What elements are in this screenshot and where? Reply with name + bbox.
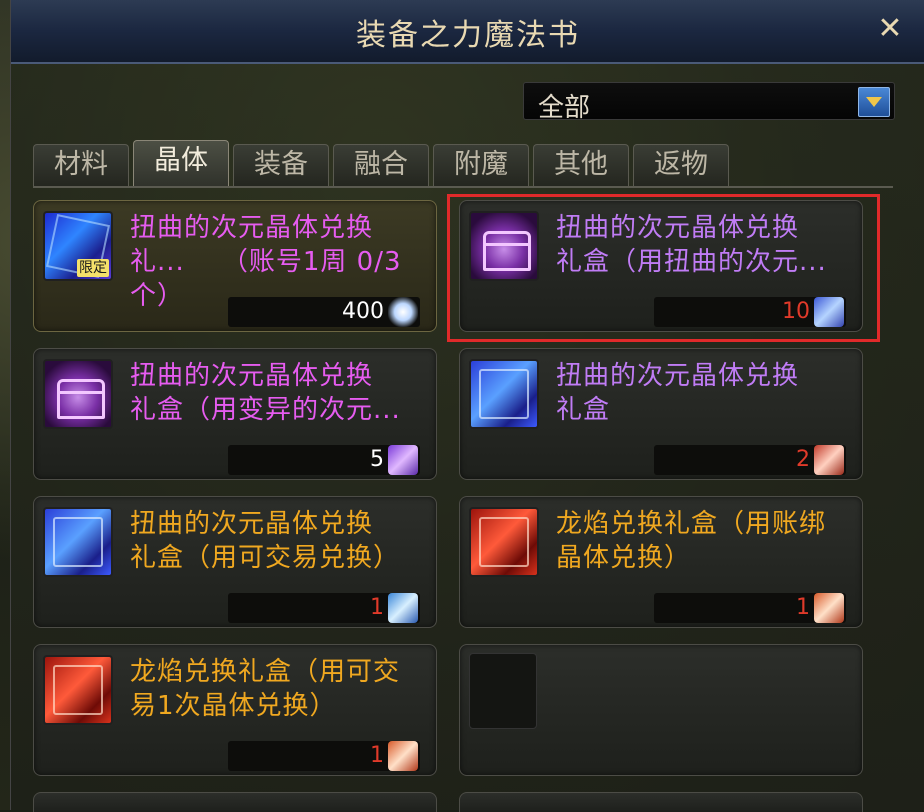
item-card[interactable]: 龙焰兑换礼盒（用账绑 晶体兑换） 1 (459, 496, 863, 628)
price-bar: 1 (228, 741, 420, 771)
item-name-line: 扭曲的次元晶体兑换 (556, 213, 800, 243)
item-name-line: 礼盒（用变异的次元... (130, 395, 401, 425)
item-name-line: 龙焰兑换礼盒（用可交 (130, 657, 401, 687)
orange-cube-icon (388, 741, 418, 771)
price-count: 2 (796, 447, 810, 472)
item-card[interactable]: 扭曲的次元晶体兑换 礼盒 2 (459, 348, 863, 480)
red-crystal-box-icon (469, 507, 539, 577)
price-bar: 1 (228, 593, 420, 623)
tab-return[interactable]: 返物 (633, 144, 729, 186)
item-name-line: 易1次晶体兑换） (130, 691, 337, 721)
tab-crystals[interactable]: 晶体 (133, 140, 229, 186)
purple-chest-icon (469, 211, 539, 281)
limited-badge: 限定 (77, 259, 109, 277)
title-bar[interactable]: 装备之力魔法书 ✕ (11, 0, 924, 64)
blue-crystal-box-icon (469, 359, 539, 429)
item-card[interactable]: 龙焰兑换礼盒（用可交 易1次晶体兑换） 1 (33, 644, 437, 776)
item-name-line: 扭曲的次元晶体兑换 (130, 361, 374, 391)
blue-crystal-icon (814, 297, 844, 327)
price-count: 1 (796, 595, 810, 620)
item-name-line: 晶体兑换） (556, 543, 692, 573)
item-card[interactable]: 扭曲的次元晶体兑换 礼盒（用变异的次元... 5 (33, 348, 437, 480)
price-bar: 10 (654, 297, 846, 327)
item-name-line: 扭曲的次元晶体兑换 (130, 213, 374, 243)
price-count: 1 (370, 743, 384, 768)
window-title: 装备之力魔法书 (356, 18, 580, 53)
crystal-limited-icon: 限定 (43, 211, 113, 281)
item-card-partial[interactable] (33, 792, 437, 812)
white-crystal-icon (388, 297, 418, 327)
item-name: 龙焰兑换礼盒（用可交 易1次晶体兑换） (130, 655, 430, 723)
chevron-down-icon[interactable] (858, 87, 890, 117)
item-card-partial[interactable] (459, 792, 863, 812)
item-card[interactable]: 扭曲的次元晶体兑换 礼盒（用可交易兑换） 1 (33, 496, 437, 628)
price-count: 400 (342, 299, 384, 324)
empty-icon-slot (469, 653, 537, 729)
blue-crystal-box-icon (43, 507, 113, 577)
tab-equipment[interactable]: 装备 (233, 144, 329, 186)
tab-enchant[interactable]: 附魔 (433, 144, 529, 186)
item-name: 扭曲的次元晶体兑换 礼盒（用变异的次元... (130, 359, 430, 427)
price-count: 1 (370, 595, 384, 620)
item-name-line: 扭曲的次元晶体兑换 (130, 509, 374, 539)
purple-cube-icon (388, 445, 418, 475)
orange-cube-icon (814, 593, 844, 623)
cyan-cube-icon (388, 593, 418, 623)
item-card[interactable]: 扭曲的次元晶体兑换 礼盒（用扭曲的次元... 10 (459, 200, 863, 332)
item-name-line: 礼盒 (556, 395, 611, 425)
item-name: 龙焰兑换礼盒（用账绑 晶体兑换） (556, 507, 856, 575)
item-name-line: 礼盒（用扭曲的次元... (556, 247, 827, 277)
tab-other[interactable]: 其他 (533, 144, 629, 186)
price-bar: 400 (228, 297, 420, 327)
red-crystal-box-icon (43, 655, 113, 725)
filter-dropdown[interactable]: 全部 (523, 82, 895, 123)
purple-chest-icon (43, 359, 113, 429)
price-bar: 1 (654, 593, 846, 623)
item-card[interactable]: 限定 扭曲的次元晶体兑换 礼... （账号1周 0/3个） 400 (33, 200, 437, 332)
tab-materials[interactable]: 材料 (33, 144, 129, 186)
price-count: 5 (370, 447, 384, 472)
close-button[interactable]: ✕ (873, 12, 907, 46)
tab-fusion[interactable]: 融合 (333, 144, 429, 186)
price-bar: 2 (654, 445, 846, 475)
item-name: 扭曲的次元晶体兑换 礼盒（用可交易兑换） (130, 507, 430, 575)
empty-item-card (459, 644, 863, 776)
filter-selected-value: 全部 (538, 93, 591, 123)
item-name-line: 龙焰兑换礼盒（用账绑 (556, 509, 827, 539)
price-count: 10 (782, 299, 810, 324)
item-name-line: 礼盒（用可交易兑换） (130, 543, 401, 573)
item-name: 扭曲的次元晶体兑换 礼盒（用扭曲的次元... (556, 211, 856, 279)
red-cube-icon (814, 445, 844, 475)
magic-book-window: 装备之力魔法书 ✕ 全部 材料 晶体 装备 融合 附魔 其他 返物 限定 扭曲的… (10, 0, 924, 812)
item-name-line: 扭曲的次元晶体兑换 (556, 361, 800, 391)
price-bar: 5 (228, 445, 420, 475)
item-name: 扭曲的次元晶体兑换 礼盒 (556, 359, 856, 427)
tab-divider (33, 186, 893, 188)
